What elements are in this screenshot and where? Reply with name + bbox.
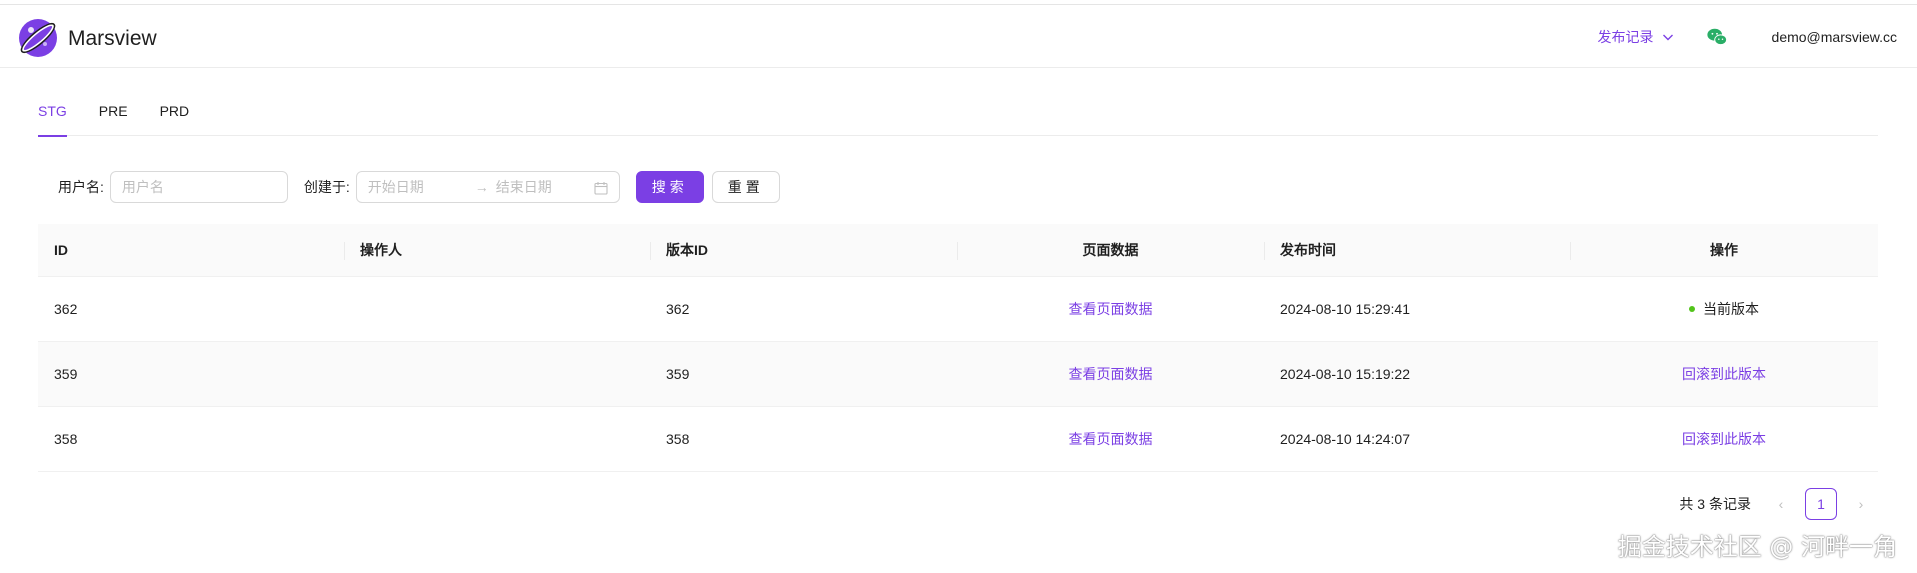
column-header-page-data: 页面数据	[957, 224, 1264, 276]
user-email[interactable]: demo@marsview.cc	[1772, 29, 1897, 45]
start-date-placeholder[interactable]: 开始日期	[368, 177, 468, 197]
header-actions: 发布记录 demo@marsview.cc	[1598, 5, 1897, 69]
pagination: 共 3 条记录 ‹ 1 ›	[1679, 488, 1877, 520]
arrow-right-icon: →	[474, 179, 489, 195]
status-dot-icon	[1689, 306, 1695, 312]
end-date-placeholder[interactable]: 结束日期	[496, 177, 596, 197]
cell-operator	[344, 277, 650, 341]
cell-id: 359	[54, 366, 78, 382]
cell-version-id: 359	[666, 366, 690, 382]
table-row: 358 358 查看页面数据 2024-08-10 14:24:07 回滚到此版…	[38, 407, 1878, 472]
table-row: 359 359 查看页面数据 2024-08-10 15:19:22 回滚到此版…	[38, 342, 1878, 407]
view-page-data-link[interactable]: 查看页面数据	[1069, 429, 1153, 449]
cell-publish-time: 2024-08-10 14:24:07	[1280, 431, 1410, 447]
publish-records-table: ID 操作人 版本ID 页面数据 发布时间 操作 362 362 查看页面数据 …	[38, 224, 1878, 472]
view-page-data-link[interactable]: 查看页面数据	[1069, 299, 1153, 319]
username-label: 用户名:	[58, 179, 104, 195]
app-title: Marsview	[68, 27, 157, 50]
watermark: 掘金技术社区 @ 河畔一角	[1617, 533, 1897, 561]
date-range-picker[interactable]: 开始日期 → 结束日期	[355, 171, 620, 203]
wechat-icon[interactable]	[1706, 26, 1728, 48]
cell-operator	[344, 407, 650, 471]
cell-page-data: 查看页面数据	[957, 277, 1264, 341]
total-records: 共 3 条记录	[1679, 496, 1751, 512]
reset-button[interactable]: 重置	[711, 171, 780, 203]
publish-records-label: 发布记录	[1597, 29, 1654, 45]
page: Marsview 发布记录 demo@marsview.cc STG PRE P…	[0, 0, 1917, 573]
column-header-version-id: 版本ID	[650, 224, 957, 276]
cell-action: 回滚到此版本	[1570, 342, 1878, 406]
page-number[interactable]: 1	[1805, 488, 1837, 520]
top-header: Marsview 发布记录 demo@marsview.cc	[0, 4, 1917, 68]
environment-tabs: STG PRE PRD	[38, 96, 1878, 137]
chevron-right-icon[interactable]: ›	[1845, 488, 1877, 520]
chevron-left-icon[interactable]: ‹	[1765, 488, 1797, 520]
cell-version-id: 362	[666, 301, 690, 317]
cell-id: 362	[54, 301, 78, 317]
cell-publish-time: 2024-08-10 15:19:22	[1280, 366, 1410, 382]
view-page-data-link[interactable]: 查看页面数据	[1069, 364, 1153, 384]
tab-pre[interactable]: PRE	[99, 96, 128, 136]
calendar-icon	[594, 182, 608, 195]
cell-page-data: 查看页面数据	[957, 407, 1264, 471]
column-header-operator: 操作人	[344, 224, 650, 276]
rollback-link[interactable]: 回滚到此版本	[1682, 429, 1766, 449]
tab-stg[interactable]: STG	[38, 96, 67, 137]
cell-version-id: 358	[666, 431, 690, 447]
table-header: ID 操作人 版本ID 页面数据 发布时间 操作	[38, 224, 1878, 277]
search-form: 用户名: 创建于: 开始日期 → 结束日期 搜索 重置	[58, 171, 780, 203]
cell-action: 回滚到此版本	[1570, 407, 1878, 471]
cell-operator	[344, 342, 650, 406]
cell-page-data: 查看页面数据	[957, 342, 1264, 406]
tab-prd[interactable]: PRD	[160, 96, 190, 136]
cell-publish-time: 2024-08-10 15:29:41	[1280, 301, 1410, 317]
column-header-publish-time: 发布时间	[1264, 224, 1570, 276]
table-row: 362 362 查看页面数据 2024-08-10 15:29:41 当前版本	[38, 277, 1878, 342]
column-header-id: ID	[54, 242, 68, 258]
chevron-down-icon	[1662, 34, 1673, 41]
marsview-logo[interactable]	[17, 17, 59, 59]
created-label: 创建于:	[303, 179, 350, 195]
publish-records-dropdown[interactable]: 发布记录	[1598, 27, 1674, 47]
search-button[interactable]: 搜索	[635, 171, 704, 203]
current-version-label: 当前版本	[1703, 301, 1759, 317]
rollback-link[interactable]: 回滚到此版本	[1682, 364, 1766, 384]
cell-id: 358	[54, 431, 78, 447]
username-input[interactable]	[109, 171, 288, 203]
cell-action: 当前版本	[1570, 277, 1878, 341]
column-header-action: 操作	[1570, 224, 1878, 276]
